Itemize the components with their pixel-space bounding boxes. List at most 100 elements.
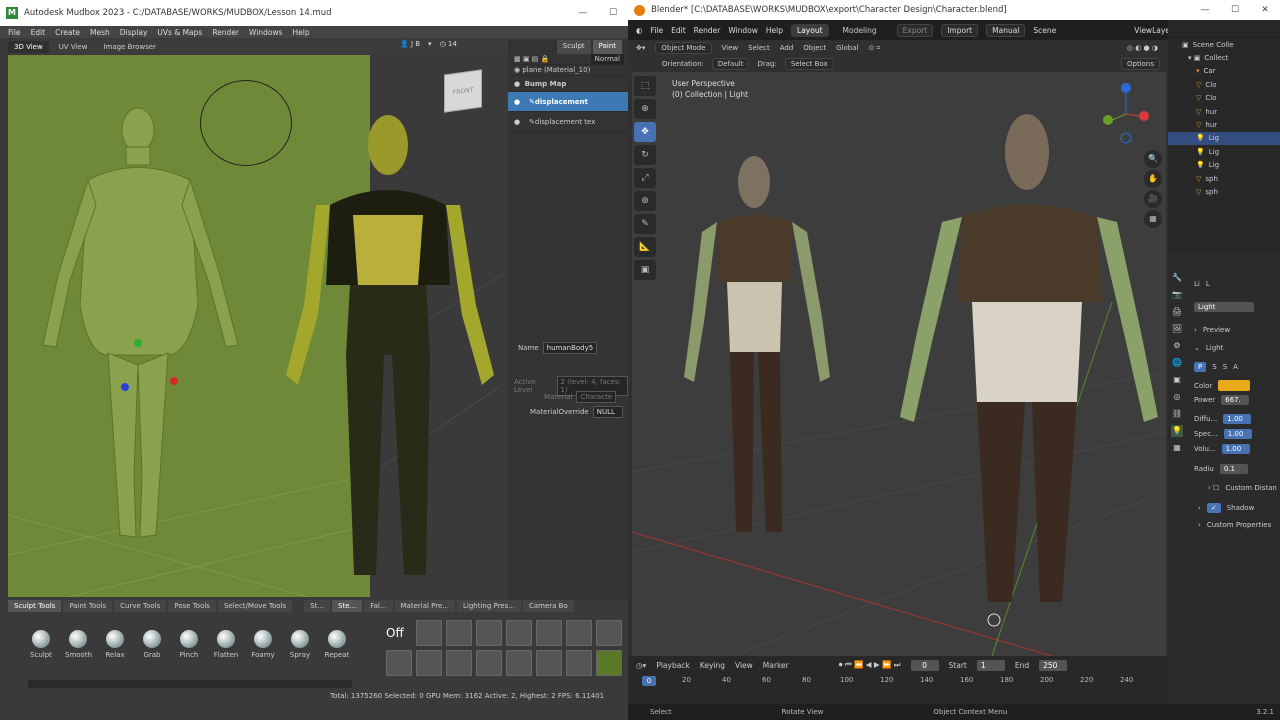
visibility-icon[interactable]: ● [514,80,520,88]
outliner-item[interactable]: ▽ sph [1168,185,1280,198]
visibility-icon[interactable]: ● [514,118,520,126]
light-name-field[interactable]: Light [1194,302,1254,312]
menu-add[interactable]: Add [780,44,794,52]
layer-displacement[interactable]: ● ✎ displacement [508,92,628,112]
texture-icon[interactable]: ▦ [1171,442,1183,454]
start-frame[interactable]: 1 [976,659,1005,671]
layer-group-bump[interactable]: ● Bump Map [508,76,628,92]
preview-panel[interactable]: › Preview [1194,326,1230,334]
tool-sculpt[interactable]: Sculpt [28,630,54,659]
menu-windows[interactable]: Windows [249,28,282,37]
menu-render[interactable]: Render [212,28,239,37]
tab-stencil[interactable]: St... [304,600,331,612]
menu-object[interactable]: Object [803,44,826,52]
stamp-thumb[interactable] [536,620,562,646]
light-type-point[interactable]: P [1194,362,1207,372]
playback-menu[interactable]: Playback [656,661,689,670]
specular-field[interactable]: 1.00 [1223,429,1252,439]
menu-edit[interactable]: Edit [671,26,686,35]
minimize-icon[interactable]: — [568,8,598,18]
render-icon[interactable]: 📷 [1171,289,1183,301]
menu-render[interactable]: Render [694,26,721,35]
menu-edit[interactable]: Edit [31,28,46,37]
outliner-item-selected[interactable]: 💡 Lig [1168,131,1280,146]
material-field[interactable]: Characte [576,391,617,403]
override-field[interactable]: NULL [592,406,623,418]
pan-hand-icon[interactable]: ✋ [1144,170,1162,188]
transform-orientation[interactable]: Global [836,44,858,52]
tab-curve-tools[interactable]: Curve Tools [114,600,167,612]
color-swatch[interactable] [1218,380,1251,391]
maximize-icon[interactable]: ☐ [1220,5,1250,15]
outliner-item[interactable]: 💡 Lig [1168,145,1280,158]
blender-logo-menu-icon[interactable]: ◐ [636,26,643,35]
constraints-icon[interactable]: ⛓ [1171,408,1183,420]
stamp-thumb[interactable] [476,620,502,646]
snap-icon[interactable]: ⊙ ⌗ [868,44,880,53]
grid-view-icon[interactable]: ▦ [1144,210,1162,228]
stamp-thumb[interactable] [386,650,412,676]
menu-window[interactable]: Window [728,26,758,35]
stamp-thumb[interactable] [596,620,622,646]
shadow-panel[interactable]: › ✓ Shadow [1198,503,1254,513]
annotate-icon[interactable]: ✎ [634,214,656,234]
tab-paint-tools[interactable]: Paint Tools [63,600,113,612]
rotate-icon[interactable]: ↻ [634,145,656,165]
tool-flatten[interactable]: Flatten [213,630,239,659]
menu-view[interactable]: View [722,44,739,52]
clock-icon[interactable]: ◷▾ [636,661,646,670]
mode-select[interactable]: Object Mode [655,42,712,54]
stamp-off[interactable]: Off [386,620,412,646]
tool-spray[interactable]: Spray [287,630,313,659]
frame-ruler[interactable]: 20 40 60 80 100 120 140 160 180 200 220 … [638,676,1158,688]
stamp-thumb[interactable] [506,620,532,646]
editor-type-icon[interactable]: ✥▾ [636,44,645,52]
play-controls-icon[interactable]: ⏺ ⏮ ⏪ ◀ ▶ ⏩ ⏭ [839,660,901,670]
output-icon[interactable]: 🖨 [1171,306,1183,318]
tool-icon[interactable]: 🔧 [1171,272,1183,284]
manual-button[interactable]: Manual [986,23,1026,37]
tab-lighting-presets[interactable]: Lighting Pres... [456,600,521,612]
keying-menu[interactable]: Keying [700,661,725,670]
tab-image-browser[interactable]: Image Browser [97,41,162,53]
light-type-sun[interactable]: S [1212,363,1216,371]
options-button[interactable]: Options [1120,58,1160,70]
menu-help[interactable]: Help [293,28,310,37]
tab-sculpt[interactable]: Sculpt [556,40,591,54]
menu-help[interactable]: Help [766,26,783,35]
blend-mode-select[interactable]: Normal [590,54,624,64]
view-cube[interactable]: FRONT [444,69,482,113]
zoom-icon[interactable]: 🔍 [1144,150,1162,168]
scene-collection-row[interactable]: ▣ Scene Colle [1168,38,1280,51]
object-icon[interactable]: ▣ [1171,374,1183,386]
drag-select[interactable]: Select Box [784,58,834,70]
scene-selector[interactable]: Scene [1033,26,1056,35]
eye-icon[interactable]: ◉ [514,66,520,74]
measure-icon[interactable]: 📐 [634,237,656,257]
end-frame[interactable]: 250 [1039,659,1068,671]
current-frame[interactable]: 0 [910,659,939,671]
material-row[interactable]: ◉ plane (Material_10) [508,65,628,76]
tool-foamy[interactable]: Foamy [250,630,276,659]
world-icon[interactable]: 🌐 [1171,357,1183,369]
export-button[interactable]: Export [896,23,934,37]
minimize-icon[interactable]: — [1190,5,1220,15]
physics-icon[interactable]: ◎ [1171,391,1183,403]
tool-scrollbar[interactable] [28,680,352,688]
tool-pinch[interactable]: Pinch [176,630,202,659]
menu-file[interactable]: File [8,28,21,37]
tab-camera-bookmarks[interactable]: Camera Bo [522,600,574,612]
outliner-item[interactable]: ▽ sph [1168,172,1280,185]
outliner-item[interactable]: ▾ Car [1168,65,1280,78]
camera-icon[interactable]: 🎥 [1144,190,1162,208]
visibility-icon[interactable]: ● [514,98,520,106]
close-icon[interactable]: ✕ [1250,5,1280,15]
tool-smooth[interactable]: Smooth [65,630,92,659]
shading-icons[interactable]: ◎ ◐ ● ◑ [1127,44,1158,52]
move-icon[interactable]: ✥ [634,122,656,142]
outliner-item[interactable]: ▽ hur [1168,118,1280,131]
clock-icon[interactable]: ◷ 14 [440,40,457,48]
scene-icon[interactable]: ⚙ [1171,340,1183,352]
stamp-thumb[interactable] [566,620,592,646]
workspace-layout[interactable]: Layout [791,23,829,37]
